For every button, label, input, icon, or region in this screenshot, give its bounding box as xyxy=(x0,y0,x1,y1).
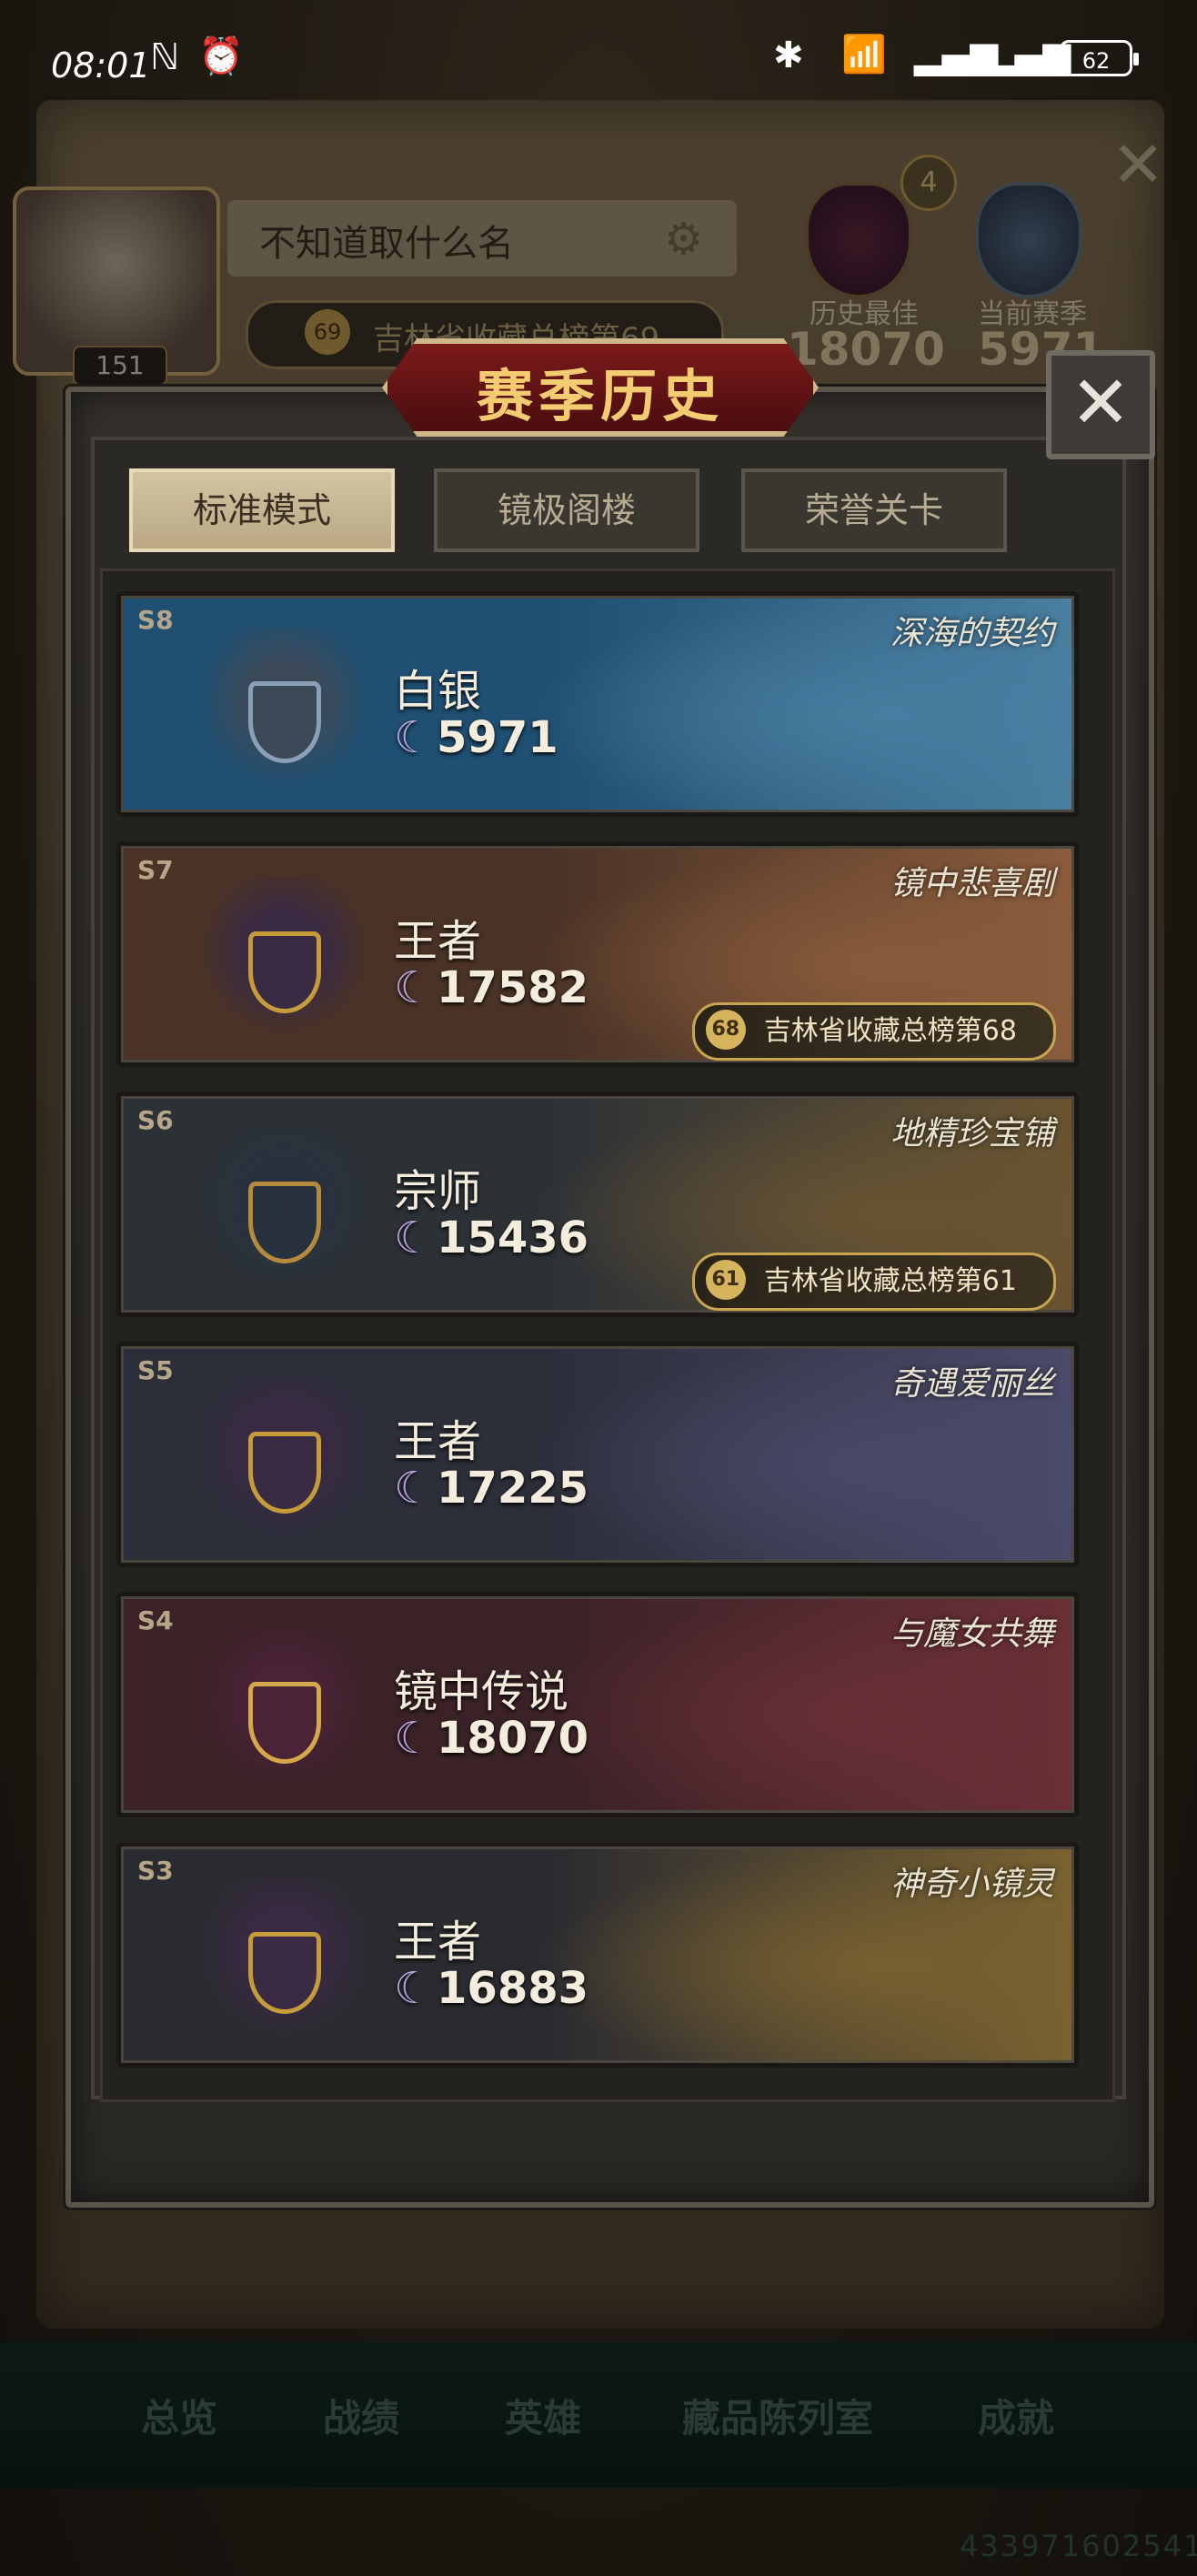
province-rank-pill: 61 吉林省收藏总榜第61 xyxy=(691,1253,1056,1311)
season-card-s3[interactable]: S3 神奇小镜灵王者 ☾16883 xyxy=(116,1842,1079,2068)
score-row: ☾17582 xyxy=(394,962,588,1013)
province-rank-pill: 68 吉林省收藏总榜第68 xyxy=(691,1002,1056,1061)
season-score: 16883 xyxy=(437,1963,589,2014)
tier-shield xyxy=(248,681,321,763)
moon-score-icon: ☾ xyxy=(394,1713,434,1764)
tier-name: 镜中传说 xyxy=(394,1666,569,1717)
tab-mirror-attic[interactable]: 镜极阁楼 xyxy=(434,468,699,552)
score-row: ☾17225 xyxy=(394,1463,588,1514)
season-card-s6[interactable]: S6 地精珍宝铺宗师 ☾15436 61 吉林省收藏总榜第61 xyxy=(116,1092,1079,1317)
score-row: ☾16883 xyxy=(394,1963,588,2014)
tier-emblem-icon xyxy=(203,627,367,790)
moon-score-icon: ☾ xyxy=(394,712,434,763)
tier-emblem-icon xyxy=(203,1877,367,2041)
season-tag: S7 xyxy=(137,855,174,885)
moon-score-icon: ☾ xyxy=(394,962,434,1013)
tab-standard-mode[interactable]: 标准模式 xyxy=(129,468,395,552)
tab-honor-stage[interactable]: 荣誉关卡 xyxy=(741,468,1007,552)
score-row: ☾15436 xyxy=(394,1213,588,1263)
rank-pill-text: 吉林省收藏总榜第61 xyxy=(763,1265,1017,1297)
tier-name: 王者 xyxy=(394,1917,482,1967)
tier-shield xyxy=(248,1682,321,1764)
status-time: 08:01 xyxy=(51,45,151,86)
tier-name: 白银 xyxy=(394,666,482,717)
tier-shield xyxy=(248,1432,321,1514)
season-score: 5971 xyxy=(437,712,558,763)
tier-shield xyxy=(248,1932,321,2014)
tier-name: 王者 xyxy=(394,916,482,967)
signal-icon-2: ▂▄▆ xyxy=(987,35,1071,76)
season-theme: 奇遇爱丽丝 xyxy=(890,1365,1054,1403)
moon-score-icon: ☾ xyxy=(394,1963,434,2014)
rank-pill-text: 吉林省收藏总榜第68 xyxy=(763,1015,1017,1047)
tier-shield xyxy=(248,931,321,1013)
rank-medal-icon: 68 xyxy=(705,1010,746,1050)
season-score: 18070 xyxy=(437,1713,589,1764)
tier-emblem-icon xyxy=(203,1627,367,1791)
moon-score-icon: ☾ xyxy=(394,1463,434,1514)
tier-name: 宗师 xyxy=(394,1166,482,1217)
season-tag: S8 xyxy=(137,605,174,635)
modal-title: 赛季历史 xyxy=(476,363,724,429)
wifi-icon: 📶 xyxy=(841,34,887,75)
tier-emblem-icon xyxy=(203,1377,367,1541)
close-button[interactable]: ✕ xyxy=(1046,350,1155,459)
season-tag: S5 xyxy=(137,1355,174,1385)
signal-icon: ▂▄▆ xyxy=(914,35,999,76)
tier-name: 王者 xyxy=(394,1416,482,1467)
moon-score-icon: ☾ xyxy=(394,1213,434,1263)
battery-icon: 62 xyxy=(1060,40,1139,76)
season-score: 17225 xyxy=(437,1463,589,1514)
tier-emblem-icon xyxy=(203,1127,367,1291)
score-row: ☾18070 xyxy=(394,1713,588,1764)
season-theme: 与魔女共舞 xyxy=(890,1615,1054,1653)
season-tag: S6 xyxy=(137,1105,174,1135)
season-theme: 地精珍宝铺 xyxy=(890,1115,1054,1152)
alarm-icon: ⏰ xyxy=(198,35,244,77)
season-score: 15436 xyxy=(437,1213,589,1263)
season-score: 17582 xyxy=(437,962,589,1013)
season-theme: 深海的契约 xyxy=(890,615,1054,652)
tier-emblem-icon xyxy=(203,877,367,1041)
season-tag: S4 xyxy=(137,1605,174,1635)
score-row: ☾5971 xyxy=(394,712,558,763)
season-card-s8[interactable]: S8 深海的契约白银 ☾5971 xyxy=(116,591,1079,817)
season-card-s5[interactable]: S5 奇遇爱丽丝王者 ☾17225 xyxy=(116,1342,1079,1567)
season-theme: 镜中悲喜剧 xyxy=(890,865,1054,902)
season-card-s7[interactable]: S7 镜中悲喜剧王者 ☾17582 68 吉林省收藏总榜第68 xyxy=(116,841,1079,1067)
season-tag: S3 xyxy=(137,1856,174,1886)
rank-medal-icon: 61 xyxy=(705,1260,746,1300)
tier-shield xyxy=(248,1182,321,1263)
nfc-icon: ℕ xyxy=(150,36,180,78)
bluetooth-icon: ✱ xyxy=(773,35,804,76)
season-card-s4[interactable]: S4 与魔女共舞镜中传说 ☾18070 xyxy=(116,1592,1079,1817)
season-theme: 神奇小镜灵 xyxy=(890,1866,1054,1903)
